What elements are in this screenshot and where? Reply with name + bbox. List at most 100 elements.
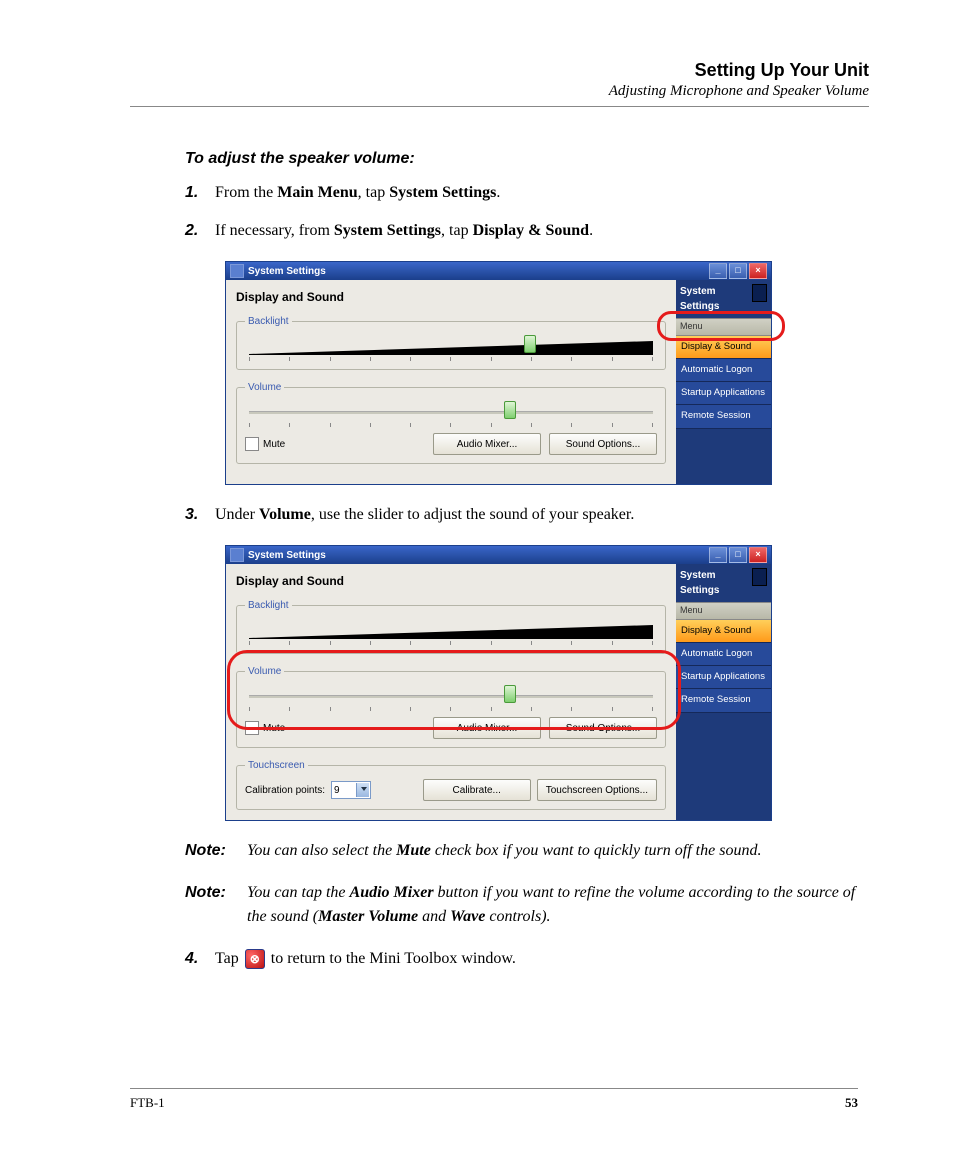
text-bold: Audio Mixer — [350, 884, 434, 901]
text: You can tap the — [247, 884, 350, 901]
sidebar-logo-icon — [752, 284, 767, 302]
sidebar-item-automatic-logon[interactable]: Automatic Logon — [676, 359, 771, 382]
text: controls). — [485, 908, 550, 925]
note-2-text: You can tap the Audio Mixer button if yo… — [247, 881, 869, 929]
window-title: System Settings — [248, 264, 709, 279]
text: and — [418, 908, 450, 925]
text: , tap — [441, 222, 473, 239]
screenshot-2: System Settings _ □ × Display and Sound … — [225, 545, 869, 821]
volume-label: Volume — [245, 664, 284, 679]
system-settings-window: System Settings _ □ × Display and Sound … — [225, 261, 772, 485]
close-button[interactable]: × — [749, 547, 767, 563]
panel-title: Display and Sound — [236, 288, 666, 306]
volume-slider[interactable] — [249, 687, 653, 711]
note-label: Note: — [185, 881, 245, 929]
close-window-icon: ⊗ — [245, 949, 265, 969]
text: If necessary, from — [215, 222, 334, 239]
step-2-text: If necessary, from System Settings, tap … — [215, 219, 869, 243]
window-icon — [230, 548, 244, 562]
page-number: 53 — [845, 1095, 858, 1111]
backlight-group: Backlight — [236, 598, 666, 654]
mute-checkbox[interactable] — [245, 437, 259, 451]
section-title: To adjust the speaker volume: — [185, 147, 869, 171]
text-bold: Wave — [450, 908, 485, 925]
text: . — [496, 184, 500, 201]
backlight-label: Backlight — [245, 314, 292, 329]
page-header-title: Setting Up Your Unit — [130, 60, 869, 81]
text-bold: Display & Sound — [473, 222, 590, 239]
minimize-button[interactable]: _ — [709, 547, 727, 563]
volume-group: Volume Mute Audio — [236, 664, 666, 748]
step-1-text: From the Main Menu, tap System Settings. — [215, 181, 869, 205]
sidebar: System Settings Menu Display & Sound Aut… — [676, 564, 771, 820]
sidebar-logo-icon — [752, 568, 767, 586]
touchscreen-options-button[interactable]: Touchscreen Options... — [537, 779, 657, 801]
note-label: Note: — [185, 839, 245, 863]
text: check box if you want to quickly turn of… — [431, 842, 762, 859]
step-4-text: Tap ⊗ to return to the Mini Toolbox wind… — [215, 947, 869, 971]
sidebar-item-startup-applications[interactable]: Startup Applications — [676, 382, 771, 405]
calibrate-button[interactable]: Calibrate... — [423, 779, 531, 801]
chevron-down-icon — [361, 787, 367, 791]
page-header-subtitle: Adjusting Microphone and Speaker Volume — [130, 83, 869, 100]
step-number: 4. — [185, 947, 215, 971]
window-titlebar: System Settings _ □ × — [226, 262, 771, 280]
text-bold: Main Menu — [277, 184, 357, 201]
window-titlebar: System Settings _ □ × — [226, 546, 771, 564]
text: Tap — [215, 950, 243, 967]
minimize-button[interactable]: _ — [709, 263, 727, 279]
text: You can also select the — [247, 842, 396, 859]
calibration-points-dropdown[interactable]: 9 — [331, 781, 371, 799]
text-bold: System Settings — [334, 222, 441, 239]
audio-mixer-button[interactable]: Audio Mixer... — [433, 717, 541, 739]
sidebar: System Settings Menu Display & Sound Aut… — [676, 280, 771, 484]
footer-product: FTB-1 — [130, 1095, 165, 1111]
sidebar-title: System Settings — [680, 568, 752, 598]
text: , use the slider to adjust the sound of … — [311, 506, 635, 523]
window-icon — [230, 264, 244, 278]
maximize-button[interactable]: □ — [729, 547, 747, 563]
sidebar-menu-label: Menu — [676, 318, 771, 336]
backlight-group: Backlight — [236, 314, 666, 370]
text-bold: System Settings — [389, 184, 496, 201]
system-settings-window: System Settings _ □ × Display and Sound … — [225, 545, 772, 821]
text: . — [589, 222, 593, 239]
calibration-points-label: Calibration points: — [245, 783, 325, 798]
sidebar-item-automatic-logon[interactable]: Automatic Logon — [676, 643, 771, 666]
header-rule — [130, 106, 869, 107]
backlight-slider[interactable] — [249, 621, 653, 645]
sound-options-button[interactable]: Sound Options... — [549, 717, 657, 739]
sidebar-item-remote-session[interactable]: Remote Session — [676, 689, 771, 712]
text-bold: Volume — [259, 506, 311, 523]
sidebar-item-startup-applications[interactable]: Startup Applications — [676, 666, 771, 689]
sidebar-menu-label: Menu — [676, 602, 771, 620]
text: , tap — [358, 184, 390, 201]
maximize-button[interactable]: □ — [729, 263, 747, 279]
step-number: 3. — [185, 503, 215, 527]
sidebar-item-display-sound[interactable]: Display & Sound — [676, 620, 771, 643]
close-button[interactable]: × — [749, 263, 767, 279]
sidebar-item-display-sound[interactable]: Display & Sound — [676, 336, 771, 359]
touchscreen-label: Touchscreen — [245, 758, 308, 773]
window-title: System Settings — [248, 548, 709, 563]
volume-label: Volume — [245, 380, 284, 395]
sidebar-item-remote-session[interactable]: Remote Session — [676, 405, 771, 428]
note-1-text: You can also select the Mute check box i… — [247, 839, 869, 863]
dropdown-value: 9 — [334, 783, 340, 798]
screenshot-1: System Settings _ □ × Display and Sound … — [225, 261, 869, 485]
touchscreen-group: Touchscreen Calibration points: 9 Calibr… — [236, 758, 666, 810]
backlight-slider[interactable] — [249, 337, 653, 361]
audio-mixer-button[interactable]: Audio Mixer... — [433, 433, 541, 455]
volume-group: Volume Mute Audio — [236, 380, 666, 464]
step-number: 1. — [185, 181, 215, 205]
panel-title: Display and Sound — [236, 572, 666, 590]
text-bold: Master Volume — [318, 908, 418, 925]
sound-options-button[interactable]: Sound Options... — [549, 433, 657, 455]
mute-label: Mute — [263, 437, 285, 452]
backlight-label: Backlight — [245, 598, 292, 613]
volume-slider[interactable] — [249, 403, 653, 427]
text: From the — [215, 184, 277, 201]
mute-checkbox[interactable] — [245, 721, 259, 735]
text: Under — [215, 506, 259, 523]
mute-label: Mute — [263, 721, 285, 736]
